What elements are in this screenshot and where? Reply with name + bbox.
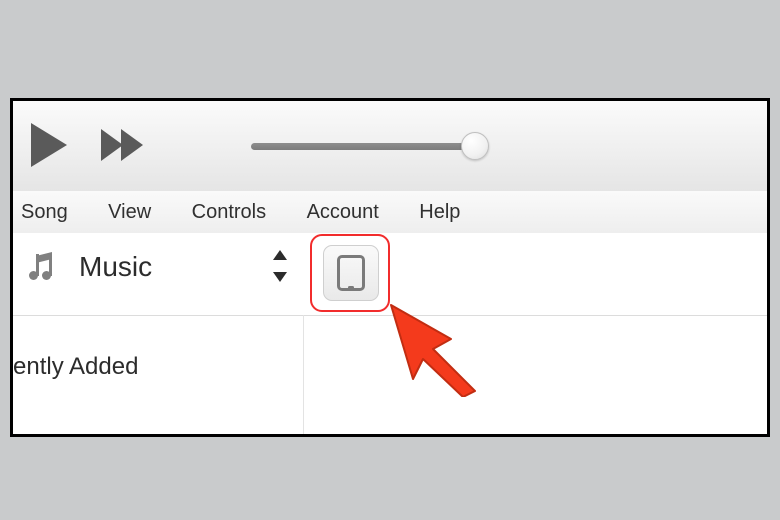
library-row: Music: [13, 233, 767, 316]
ipad-icon: [337, 255, 365, 291]
menu-help[interactable]: Help: [401, 191, 478, 233]
library-picker[interactable]: Music: [29, 246, 289, 288]
itunes-window: Song View Controls Account Help Music en…: [10, 98, 770, 437]
sidebar: ently Added: [13, 315, 304, 434]
play-button[interactable]: [31, 123, 67, 167]
playback-strip: [13, 101, 767, 192]
menu-account[interactable]: Account: [289, 191, 397, 233]
volume-knob[interactable]: [461, 132, 489, 160]
menu-bar: Song View Controls Account Help: [13, 191, 767, 235]
fast-forward-button[interactable]: [101, 129, 145, 163]
music-icon: [29, 252, 63, 282]
menu-song[interactable]: Song: [13, 191, 86, 233]
menu-controls[interactable]: Controls: [174, 191, 284, 233]
volume-track: [251, 143, 481, 150]
volume-slider[interactable]: [251, 141, 481, 151]
library-picker-label: Music: [79, 251, 152, 283]
menu-view[interactable]: View: [90, 191, 169, 233]
device-button[interactable]: [323, 245, 379, 301]
sidebar-item-recently-added[interactable]: ently Added: [13, 315, 303, 381]
updown-icon: [273, 248, 289, 284]
